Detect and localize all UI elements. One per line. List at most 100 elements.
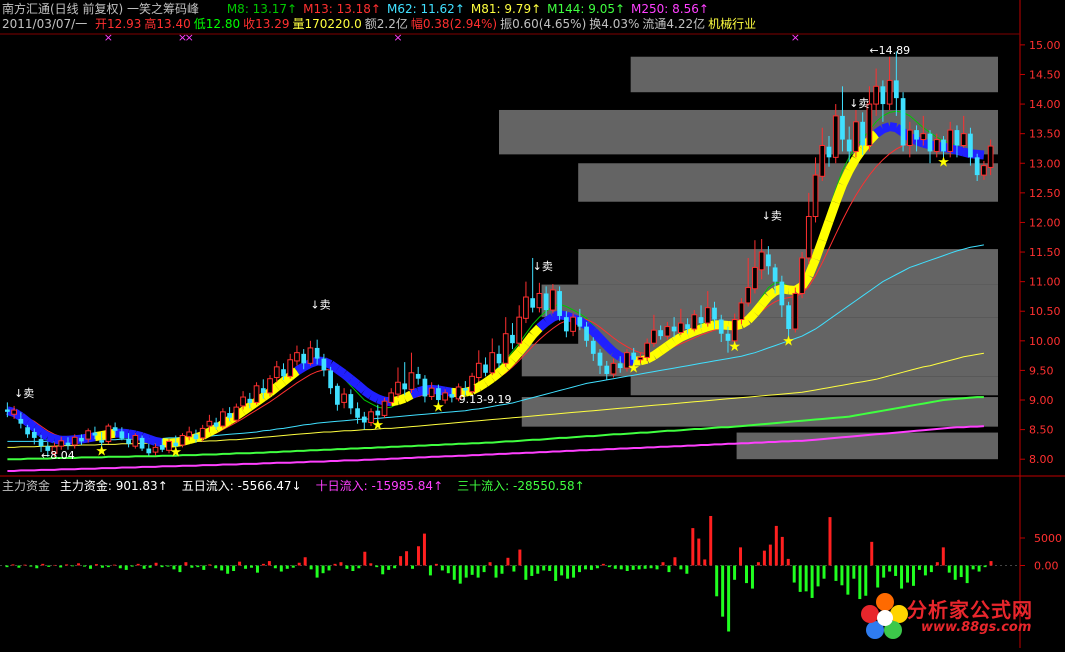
chip-segment (955, 145, 965, 157)
candle-body-down (698, 317, 704, 324)
chip-segment (818, 219, 834, 242)
candle-body-down (577, 317, 583, 327)
quote-field-6: 幅0.38(2.94%) (410, 17, 498, 31)
chip-segment (509, 349, 523, 363)
quote-field-2: 低12.80 (193, 17, 241, 31)
candle-body-down (658, 330, 663, 337)
chip-segment (976, 149, 985, 160)
candle-body-up (294, 352, 300, 362)
quote-field-0: 开12.93 (95, 17, 142, 31)
buy-star-icon: ★ (169, 445, 182, 461)
candle-body-up (199, 427, 206, 439)
candle-body-down (18, 418, 24, 424)
candle-body-down (712, 307, 717, 320)
candle-body-up (799, 257, 805, 294)
candle-body-down (597, 352, 603, 366)
chip-segment (348, 375, 361, 389)
candle-body-down (483, 364, 488, 373)
price-tick-label: 11.50 (1029, 246, 1061, 259)
candle-body-up (731, 319, 738, 342)
candle-body-down (159, 444, 165, 450)
candle-body-up (819, 145, 826, 177)
chip-segment (706, 320, 716, 331)
chip-segment (838, 168, 854, 187)
candle-body-up (341, 393, 347, 403)
chip-segment (804, 257, 820, 278)
buy-star-icon: ★ (371, 417, 384, 433)
buy-star-icon: ★ (473, 378, 486, 394)
candle-body-up (388, 392, 395, 403)
candle-body-down (348, 394, 354, 409)
candle-body-down (281, 369, 286, 377)
chip-volume-band (578, 249, 998, 285)
chip-segment (38, 428, 51, 441)
candle-body-down (321, 358, 327, 371)
candle-body-down (604, 365, 610, 374)
candle-body-down (449, 394, 455, 398)
candle-body-up (240, 396, 246, 407)
candle-body-down (314, 347, 320, 359)
candle-body-down (557, 291, 562, 316)
indicator-value-2: 十日流入: -15985.84↑ (315, 479, 444, 493)
chip-segment (596, 335, 611, 349)
candle-body-up (644, 342, 651, 358)
candle-body-down (860, 121, 866, 146)
price-tick-label: 15.00 (1029, 39, 1061, 52)
candle-body-down (543, 293, 549, 311)
chip-segment (354, 381, 368, 394)
chip-segment (361, 386, 374, 399)
candle-body-down (766, 254, 771, 267)
candle-body-up (704, 307, 711, 324)
candle-body-up (536, 292, 543, 309)
chip-segment (409, 387, 420, 399)
candle-body-down (119, 431, 125, 439)
buy-star-icon: ★ (937, 155, 950, 171)
price-chart-svg[interactable]: 15.00 14.50 14.00 13.50 13.00 12.50 12.00 11.50… (0, 0, 1065, 648)
chart-annotation: ↓卖 (14, 387, 34, 400)
candle-body-down (415, 373, 421, 379)
candle-body-up (664, 326, 671, 337)
candle-body-down (893, 80, 899, 99)
chip-segment (739, 316, 751, 329)
chip-segment (53, 434, 63, 445)
candle-body-down (38, 439, 44, 447)
candle-body-up (408, 372, 415, 390)
candle-body-up (132, 435, 139, 447)
price-tick-label: 8.00 (1029, 453, 1054, 466)
chip-segment (127, 429, 137, 440)
quote-field-4: 量170220.0 (292, 17, 362, 31)
candle-body-up (812, 174, 819, 218)
chart-stage[interactable]: 15.00 14.50 14.00 13.50 13.00 12.50 12.00 11.50… (0, 0, 1065, 648)
chip-segment (610, 348, 623, 361)
candle-body-down (361, 416, 367, 423)
candle-body-up (853, 121, 859, 152)
candle-body-up (866, 103, 873, 146)
chip-segment (147, 434, 158, 446)
candle-body-down (826, 146, 832, 158)
chart-annotation: ↓卖 (849, 97, 869, 110)
candle-body-up (395, 381, 401, 395)
candle-body-down (92, 432, 98, 436)
candle-body-up (11, 409, 17, 415)
candle-body-down (31, 431, 37, 438)
chip-segment (280, 372, 294, 386)
chip-segment (368, 391, 380, 403)
quote-date: 2011/03/07/一 (2, 17, 88, 31)
watermark-logo: 分析家公式网 www.88gs.com (859, 590, 1059, 644)
quote-field-10: 机械行业 (708, 17, 757, 31)
candle-body-down (79, 437, 84, 442)
ma-legend-4: M144: 9.05↑ (547, 2, 626, 16)
chip-segment (811, 238, 827, 261)
candle-body-down (941, 139, 946, 152)
chip-segment (603, 342, 617, 356)
candle-body-up (792, 292, 799, 330)
candle-body-down (772, 267, 778, 282)
candle-body-down (954, 130, 960, 146)
signal-marker-icon: × (393, 31, 402, 44)
buy-star-icon: ★ (782, 333, 795, 349)
candle-body-up (475, 362, 482, 379)
chip-volume-band (578, 163, 998, 202)
price-tick-label: 12.50 (1029, 187, 1061, 200)
quote-field-1: 高13.40 (144, 17, 191, 31)
chip-segment (671, 333, 684, 346)
